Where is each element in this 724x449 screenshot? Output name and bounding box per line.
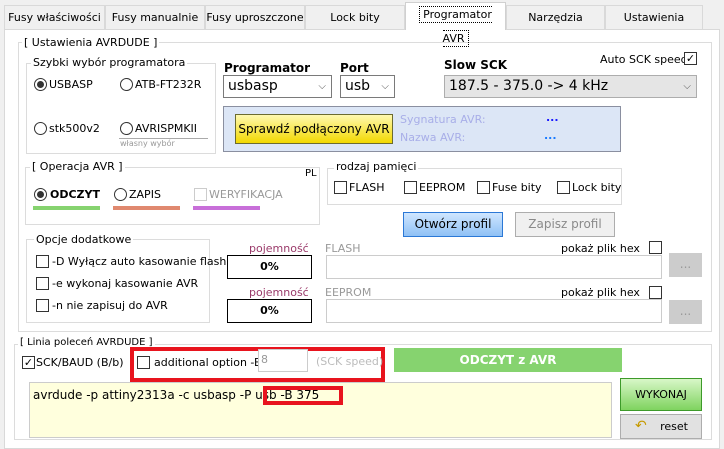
chevron-down-icon: ⌵ (683, 81, 691, 92)
label: WERYFIKACJA (209, 188, 283, 201)
custom-label: własny wybór (119, 138, 208, 148)
port-label: Port (340, 61, 369, 75)
flash-label: FLASH (325, 242, 361, 255)
additional-option-checkbox[interactable] (137, 356, 150, 369)
value: usb (345, 78, 371, 94)
no-write-checkbox[interactable] (36, 299, 49, 312)
flash-checkbox[interactable] (334, 181, 347, 194)
eeprom-capacity-label: pojemność (249, 286, 309, 299)
label: FLASH (349, 181, 385, 194)
signature-value: ... (546, 111, 559, 124)
command-text: avrdude -p attiny2313a -c usbasp -P usb (33, 388, 277, 402)
port-select[interactable]: usb ⌵ (340, 75, 395, 98)
label: EEPROM (419, 181, 466, 194)
radio-usbasp[interactable] (34, 78, 47, 91)
label: ODCZYT (50, 188, 100, 201)
group-title: Opcje dodatkowe (34, 233, 134, 246)
programmer-label: Programator (224, 61, 311, 75)
chevron-down-icon: ⌵ (318, 81, 326, 92)
flash-capacity-value: 0% (227, 255, 312, 279)
eeprom-checkbox[interactable] (404, 181, 417, 194)
sck-baud-checkbox[interactable]: ✓ (22, 356, 35, 369)
group-title: Szybki wybór programatora (31, 56, 188, 69)
tab-tools[interactable]: Narzędzia (506, 5, 605, 30)
chevron-down-icon: ⌵ (381, 81, 389, 92)
read-color-bar (33, 206, 100, 210)
verify-color-bar (193, 206, 260, 210)
tab-settings[interactable]: Ustawienia (605, 5, 703, 30)
label: additional option -B (154, 356, 262, 369)
eeprom-show-hex-checkbox[interactable] (649, 286, 662, 299)
group-title: [ Operacja AVR ] (30, 160, 125, 173)
check-avr-button[interactable]: Sprawdź podłączony AVR (235, 114, 393, 144)
erase-avr-checkbox[interactable] (36, 277, 49, 290)
label: SCK/BAUD (B/b) (36, 356, 124, 369)
label: USBASP (49, 78, 93, 91)
tab-fuse-properties[interactable]: Fusy właściwości (4, 5, 105, 30)
reset-button[interactable]: ↶ reset (620, 414, 702, 439)
sck-speed-label: (SCK speed) (316, 355, 384, 368)
language-label: PL (305, 168, 317, 179)
slow-sck-select[interactable]: 187.5 - 375.0 -> 4 kHz ⌵ (444, 75, 697, 98)
additional-option-input[interactable]: 8 (258, 349, 308, 372)
flash-capacity-label: pojemność (249, 242, 309, 255)
tab-fuse-manual[interactable]: Fusy manualnie (105, 5, 205, 30)
tab-fuse-simple[interactable]: Fusy uproszczone (205, 5, 305, 30)
fuse-bits-checkbox[interactable] (477, 181, 490, 194)
flash-browse-button[interactable]: ... (669, 253, 702, 277)
lock-bits-checkbox[interactable] (557, 181, 570, 194)
tab-programmer-avr[interactable]: Programator AVR (405, 2, 506, 47)
radio-atb-ft232r[interactable] (120, 78, 133, 91)
flash-show-hex-checkbox[interactable] (649, 241, 662, 254)
name-value: ... (544, 129, 557, 142)
save-profile-button[interactable]: Zapisz profil (515, 212, 615, 237)
eeprom-capacity-value: 0% (227, 299, 312, 323)
eeprom-label: EEPROM (325, 286, 372, 299)
verify-checkbox[interactable] (194, 188, 207, 201)
label: Lock bity (572, 181, 622, 194)
undo-icon: ↶ (635, 418, 647, 434)
execute-button[interactable]: WYKONAJ (620, 378, 702, 411)
highlight-box (263, 386, 343, 405)
label: ZAPIS (129, 188, 161, 201)
label: -n nie zapisuj do AVR (52, 299, 168, 312)
tab-lock-bits[interactable]: Lock bity (305, 5, 405, 30)
disable-auto-erase-checkbox[interactable] (36, 255, 49, 268)
radio-read[interactable] (34, 188, 47, 201)
write-color-bar (113, 206, 180, 210)
auto-sck-checkbox[interactable]: ✓ (684, 52, 697, 65)
group-title: [ Ustawienia AVRDUDE ] (22, 36, 160, 49)
auto-sck-label: Auto SCK speed (600, 53, 688, 66)
label: Fuse bity (492, 181, 542, 194)
value: 187.5 - 375.0 -> 4 kHz (449, 78, 609, 94)
eeprom-file-input[interactable] (326, 299, 662, 323)
slow-sck-label: Slow SCK (444, 58, 508, 72)
radio-stk500v2[interactable] (34, 122, 47, 135)
eeprom-show-hex-label: pokaż plik hex (561, 286, 640, 299)
radio-write[interactable] (114, 188, 127, 201)
flash-file-input[interactable] (326, 255, 662, 279)
open-profile-button[interactable]: Otwórz profil (403, 212, 503, 237)
label: AVRISPMKII (135, 122, 198, 135)
value: usbasp (228, 78, 278, 94)
label: stk500v2 (49, 122, 100, 135)
name-label: Nazwa AVR: (400, 131, 466, 144)
operation-banner: ODCZYT z AVR (394, 348, 622, 372)
label: -D Wyłącz auto kasowanie flash (52, 255, 227, 268)
label: ATB-FT232R (135, 78, 202, 91)
group-title: rodzaj pamięci (334, 160, 419, 173)
programmer-select[interactable]: usbasp ⌵ (223, 75, 332, 98)
flash-show-hex-label: pokaż plik hex (561, 242, 640, 255)
label: -e wykonaj kasowanie AVR (52, 277, 199, 290)
radio-avrispmkii[interactable] (120, 122, 133, 135)
signature-label: Sygnatura AVR: (400, 113, 486, 126)
eeprom-browse-button[interactable]: ... (669, 300, 702, 324)
